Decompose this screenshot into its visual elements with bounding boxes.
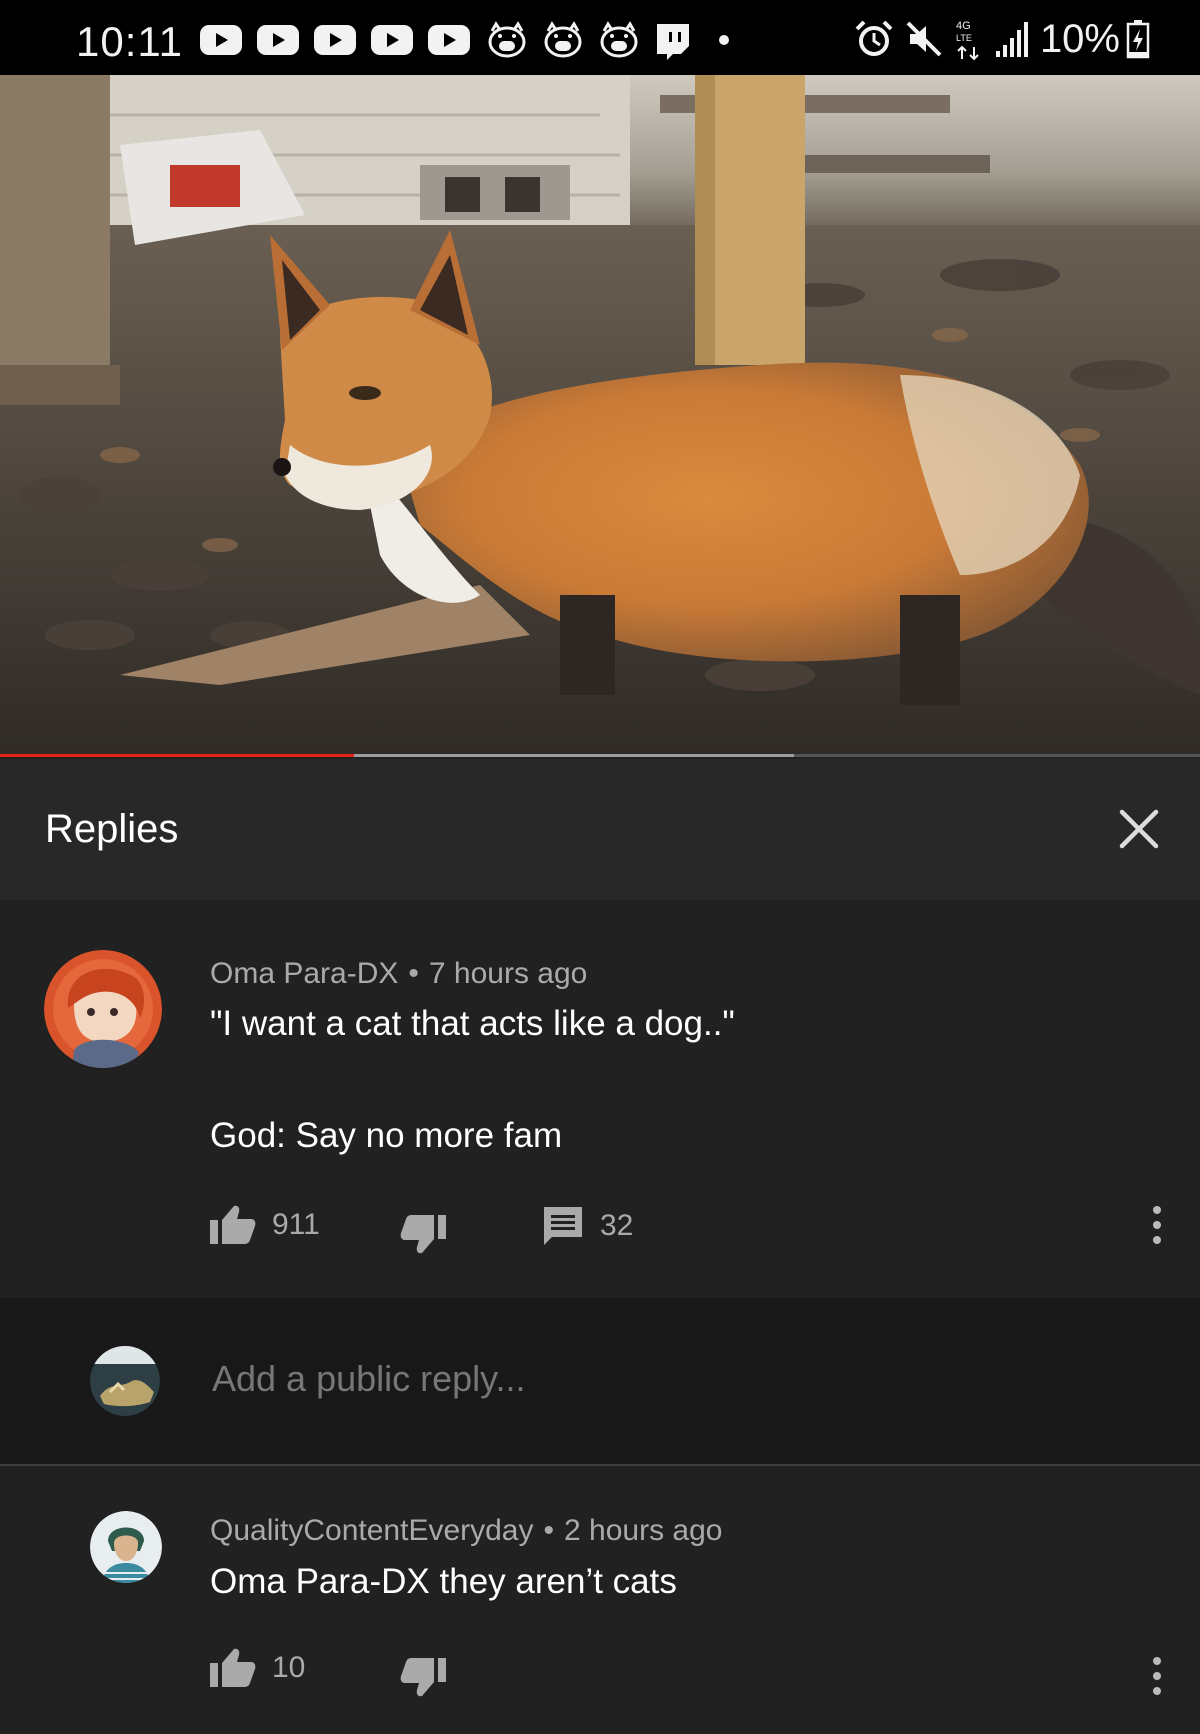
commenter-avatar[interactable] bbox=[44, 950, 162, 1068]
like-button[interactable]: 911 bbox=[210, 1205, 320, 1245]
comment-author[interactable]: Oma Para-DX bbox=[210, 957, 398, 990]
video-progress-bar[interactable] bbox=[0, 754, 1200, 757]
more-options-icon[interactable] bbox=[1147, 1206, 1167, 1256]
replies-panel-header: Replies bbox=[0, 759, 1200, 901]
youtube-icon bbox=[371, 25, 413, 55]
youtube-icon bbox=[257, 25, 299, 55]
meta-separator: • bbox=[408, 957, 419, 990]
more-notifications-dot-icon bbox=[719, 35, 729, 45]
video-frame-fox bbox=[0, 75, 1200, 757]
alarm-icon bbox=[855, 20, 893, 56]
signal-icon bbox=[995, 22, 1028, 57]
status-bar: 10:11 4G LTE 10% bbox=[0, 0, 1200, 75]
lte-icon: 4G LTE bbox=[956, 20, 979, 61]
pig-icon bbox=[544, 21, 582, 58]
reply-like-button[interactable]: 10 bbox=[210, 1648, 305, 1688]
youtube-icon bbox=[314, 25, 356, 55]
reply-more-options-icon[interactable] bbox=[1147, 1657, 1167, 1707]
like-count: 911 bbox=[272, 1208, 320, 1241]
reply-input-row bbox=[0, 1298, 1200, 1466]
parent-comment: Oma Para-DX • 7 hours ago "I want a cat th… bbox=[0, 900, 1200, 1298]
video-progress-played bbox=[0, 754, 354, 757]
system-status: 4G LTE 10% bbox=[854, 16, 1160, 62]
replies-title: Replies bbox=[45, 807, 179, 851]
thumbs-up-icon bbox=[210, 1648, 256, 1687]
close-icon[interactable] bbox=[1116, 806, 1162, 852]
reply-author[interactable]: QualityContentEveryday bbox=[210, 1514, 534, 1547]
battery-charging-icon bbox=[1126, 20, 1150, 59]
reply-like-count: 10 bbox=[272, 1651, 306, 1684]
comment-timestamp[interactable]: 7 hours ago bbox=[429, 957, 587, 990]
replier-avatar[interactable] bbox=[90, 1511, 162, 1583]
comment-meta: Oma Para-DX • 7 hours ago bbox=[210, 957, 587, 991]
reply-count-button[interactable]: 32 bbox=[542, 1205, 633, 1247]
dislike-button[interactable] bbox=[400, 1215, 462, 1255]
reply-dislike-button[interactable] bbox=[400, 1658, 462, 1698]
reply-comment: QualityContentEveryday • 2 hours ago Oma P… bbox=[0, 1466, 1200, 1734]
twitch-icon bbox=[657, 24, 689, 60]
thumbs-down-icon bbox=[400, 1658, 446, 1697]
video-player[interactable] bbox=[0, 75, 1200, 757]
svg-text:LTE: LTE bbox=[956, 33, 972, 43]
meta-separator: • bbox=[543, 1514, 555, 1547]
pig-icon bbox=[600, 21, 638, 58]
thumbs-up-icon bbox=[210, 1205, 256, 1244]
thumbs-down-icon bbox=[400, 1215, 446, 1254]
svg-text:4G: 4G bbox=[956, 20, 971, 32]
comment-icon bbox=[544, 1207, 582, 1245]
comment-text: "I want a cat that acts like a dog.." Go… bbox=[210, 1004, 735, 1155]
status-time: 10:11 bbox=[76, 18, 183, 65]
mute-icon bbox=[906, 21, 942, 57]
battery-percent: 10% bbox=[1039, 16, 1120, 61]
pig-icon bbox=[488, 21, 526, 58]
youtube-icon bbox=[428, 25, 470, 55]
reply-timestamp[interactable]: 2 hours ago bbox=[564, 1514, 722, 1547]
reply-meta: QualityContentEveryday • 2 hours ago bbox=[210, 1514, 722, 1548]
reply-input[interactable] bbox=[210, 1343, 1114, 1415]
reply-text: Oma Para-DX they aren’t cats bbox=[210, 1562, 677, 1601]
notification-icons bbox=[200, 20, 729, 60]
reply-count: 32 bbox=[600, 1209, 634, 1242]
youtube-icon bbox=[200, 25, 242, 55]
user-avatar bbox=[90, 1346, 160, 1416]
